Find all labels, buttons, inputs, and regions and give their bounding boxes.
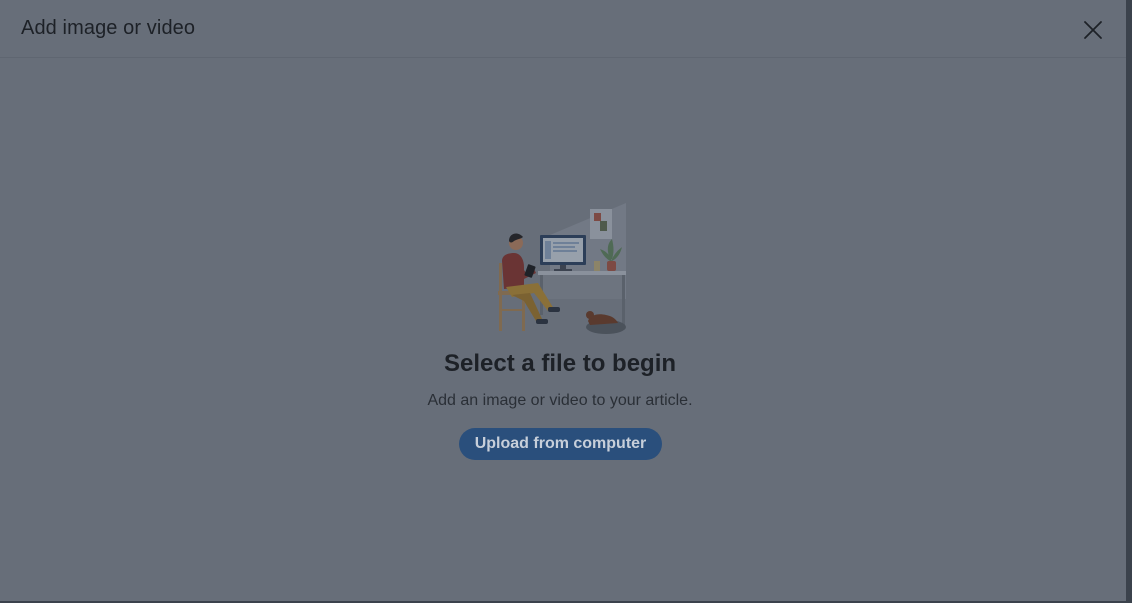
window-edge (1126, 0, 1132, 603)
empty-state-title: Select a file to begin (443, 350, 677, 377)
empty-state: Select a file to begin Add an image or v… (0, 59, 1126, 601)
close-icon (1084, 21, 1102, 39)
upload-from-computer-button[interactable]: Upload from computer (459, 428, 662, 460)
dialog-title: Add image or video (21, 17, 196, 39)
empty-state-subtitle: Add an image or video to your article. (427, 392, 693, 409)
close-button[interactable] (1076, 13, 1110, 47)
add-media-dialog: Add image or video Select a file to begi… (0, 0, 1126, 601)
person-at-desk-illustration (498, 203, 626, 334)
dialog-header: Add image or video (0, 0, 1126, 58)
